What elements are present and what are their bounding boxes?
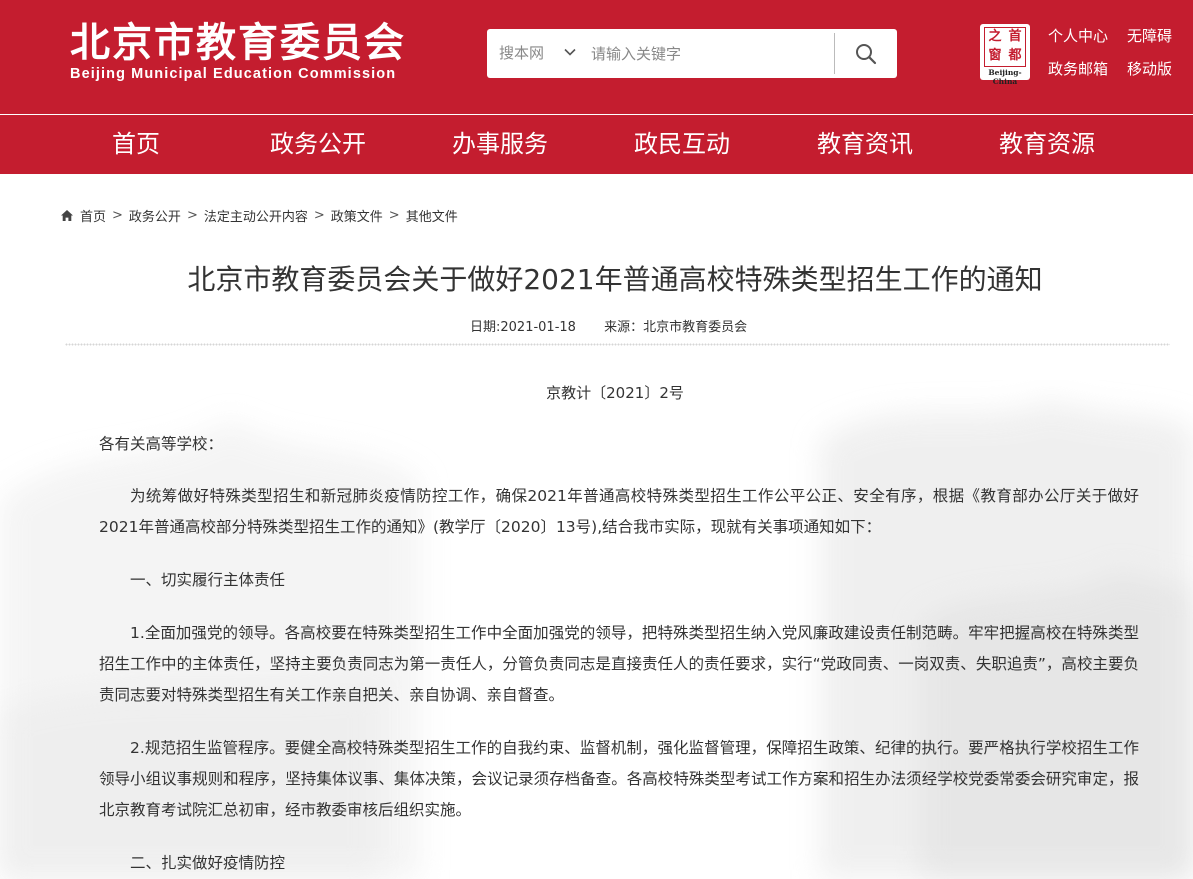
seal-characters: 之 首 窗 都 — [984, 27, 1026, 67]
main-nav: 首页 政务公开 办事服务 政民互动 教育资讯 教育资源 — [0, 115, 1193, 174]
site-header: 北京市教育委员会 Beijing Municipal Education Com… — [0, 0, 1193, 114]
nav-item-services[interactable]: 办事服务 — [420, 115, 580, 174]
site-logo-english[interactable]: Beijing Municipal Education Commission — [70, 66, 396, 82]
seal-char: 都 — [1008, 48, 1022, 63]
seal-char: 之 — [988, 29, 1002, 44]
article-title: 北京市教育委员会关于做好2021年普通高校特殊类型招生工作的通知 — [187, 263, 1043, 296]
seal-char: 窗 — [988, 48, 1002, 63]
search-divider — [834, 33, 835, 74]
accessibility-link[interactable]: 无障碍 — [1127, 25, 1172, 46]
breadcrumb-separator: > — [313, 207, 325, 223]
search-input[interactable] — [591, 39, 827, 68]
article-source: 来源：北京市教育委员会 — [604, 320, 748, 335]
article-paragraph: 1.全面加强党的领导。各高校要在特殊类型招生工作中全面加强党的领导，把特殊类型招… — [99, 624, 1139, 704]
home-icon — [61, 209, 73, 221]
breadcrumb-statutory[interactable]: 法定主动公开内容 — [204, 206, 308, 225]
search-scope-select[interactable]: 搜本网 — [499, 29, 544, 78]
article-date: 日期:2021-01-18 — [470, 320, 576, 335]
nav-item-home[interactable]: 首页 — [56, 115, 216, 174]
breadcrumb-policy[interactable]: 政策文件 — [331, 206, 383, 225]
breadcrumb-gov-affairs[interactable]: 政务公开 — [129, 206, 181, 225]
article-meta: 日期:2021-01-18 来源：北京市教育委员会 — [470, 316, 771, 335]
mobile-version-link[interactable]: 移动版 — [1127, 58, 1172, 79]
article-paragraph: 为统筹做好特殊类型招生和新冠肺炎疫情防控工作，确保2021年普通高校特殊类型招生… — [99, 487, 1139, 536]
search-button[interactable] — [837, 29, 895, 78]
search-box: 搜本网 — [487, 29, 897, 78]
nav-item-interaction[interactable]: 政民互动 — [602, 115, 762, 174]
breadcrumb-home[interactable]: 首页 — [80, 206, 106, 225]
nav-item-news[interactable]: 教育资讯 — [785, 115, 945, 174]
personal-center-link[interactable]: 个人中心 — [1048, 25, 1108, 46]
capital-window-seal-logo[interactable]: 之 首 窗 都 Beijing-China — [980, 24, 1030, 86]
article-paragraph: 2.规范招生监管程序。要健全高校特殊类型招生工作的自我约束、监督机制，强化监督管… — [99, 739, 1139, 819]
title-divider — [65, 343, 1170, 346]
search-icon — [856, 43, 877, 64]
document-number: 京教计〔2021〕2号 — [546, 384, 684, 402]
breadcrumb-separator: > — [388, 207, 400, 223]
chevron-down-icon[interactable] — [564, 46, 576, 58]
breadcrumb-separator: > — [186, 207, 198, 223]
breadcrumb-separator: > — [112, 207, 123, 223]
seal-english-caption: Beijing-China — [988, 68, 1022, 86]
article-section-heading: 一、切实履行主体责任 — [130, 571, 286, 589]
nav-item-gov-affairs[interactable]: 政务公开 — [238, 115, 398, 174]
gov-mailbox-link[interactable]: 政务邮箱 — [1048, 58, 1108, 79]
breadcrumb: 首页 > 政务公开 > 法定主动公开内容 > 政策文件 > 其他文件 — [60, 205, 458, 225]
article-section-heading: 二、扎实做好疫情防控 — [130, 854, 286, 872]
site-logo-chinese[interactable]: 北京市教育委员会 — [70, 18, 406, 68]
seal-char: 首 — [1008, 29, 1022, 44]
nav-item-resources[interactable]: 教育资源 — [967, 115, 1127, 174]
breadcrumb-other[interactable]: 其他文件 — [406, 206, 458, 225]
article-salutation: 各有关高等学校： — [99, 435, 224, 453]
